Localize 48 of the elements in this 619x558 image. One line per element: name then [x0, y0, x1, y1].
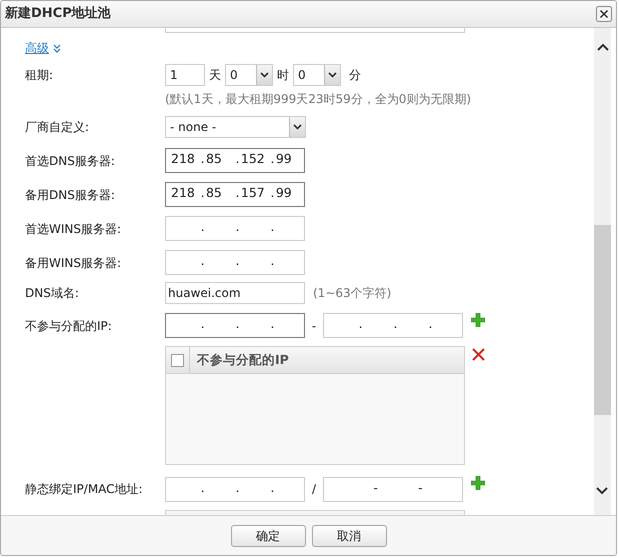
double-chevron-icon	[53, 44, 61, 52]
field-label: 租期:	[25, 67, 54, 84]
unit-label: 分	[349, 67, 361, 84]
lease-hint: (默认1天，最大租期999天23时59分，全为0则为无限期)	[165, 91, 472, 108]
ip-address-field[interactable]: . . .	[165, 216, 305, 241]
text-field[interactable]	[165, 28, 465, 33]
field-label: 静态绑定IP/MAC地址:	[25, 481, 144, 498]
caret-icon	[293, 124, 302, 130]
field-label: 首选WINS服务器:	[25, 220, 122, 238]
close-icon[interactable]	[596, 6, 612, 22]
vendor-select[interactable]: - none -	[165, 116, 306, 138]
domain-hint: (1~63个字符)	[313, 285, 392, 302]
ip-address-field[interactable]: . . .	[165, 313, 305, 338]
ip-address-field[interactable]: 218 .85 .152 .99	[165, 148, 305, 173]
mac-address-field[interactable]: - -	[323, 476, 463, 502]
delete-icon	[472, 348, 485, 361]
minutes-select[interactable]: 0	[293, 64, 341, 86]
hours-select[interactable]: 0	[225, 64, 273, 86]
advanced-toggle[interactable]: 高级	[25, 39, 61, 57]
domain-input[interactable]: huawei.com	[165, 282, 305, 304]
ip-address-field[interactable]: 218 .85 .157 .99	[165, 182, 305, 207]
unit-label: 天	[209, 67, 221, 84]
caret-icon	[260, 72, 269, 78]
ip-address-field[interactable]: . . .	[165, 476, 305, 502]
scroll-up-icon[interactable]	[596, 43, 608, 51]
days-input[interactable]: 1	[165, 64, 205, 86]
confirm-button[interactable]: 确定	[230, 524, 306, 546]
field-label: 不参与分配的IP:	[25, 318, 113, 334]
address-separator: /	[310, 481, 318, 498]
scroll-down-icon[interactable]	[596, 487, 608, 495]
field-label: 备用DNS服务器:	[25, 186, 116, 204]
field-label: DNS域名:	[25, 285, 80, 302]
ip-address-field[interactable]: . . .	[165, 250, 305, 275]
field-label: 厂商自定义:	[25, 119, 90, 136]
range-separator: -	[310, 318, 318, 334]
scrollbar[interactable]	[594, 28, 611, 515]
cancel-button[interactable]: 取消	[312, 524, 386, 546]
field-label: 备用WINS服务器:	[25, 254, 122, 272]
field-label: 首选DNS服务器:	[25, 152, 116, 170]
dialog-title: 新建DHCP地址池	[5, 4, 111, 24]
select-all-checkbox[interactable]	[171, 354, 184, 366]
column-header: 不参与分配的IP	[189, 347, 289, 373]
scrollbar-thumb[interactable]	[594, 225, 611, 415]
plus-icon	[471, 476, 485, 490]
plus-icon	[471, 313, 485, 327]
caret-icon	[328, 72, 337, 78]
unit-label: 时	[277, 67, 289, 84]
ip-address-field[interactable]: . . .	[323, 313, 463, 338]
